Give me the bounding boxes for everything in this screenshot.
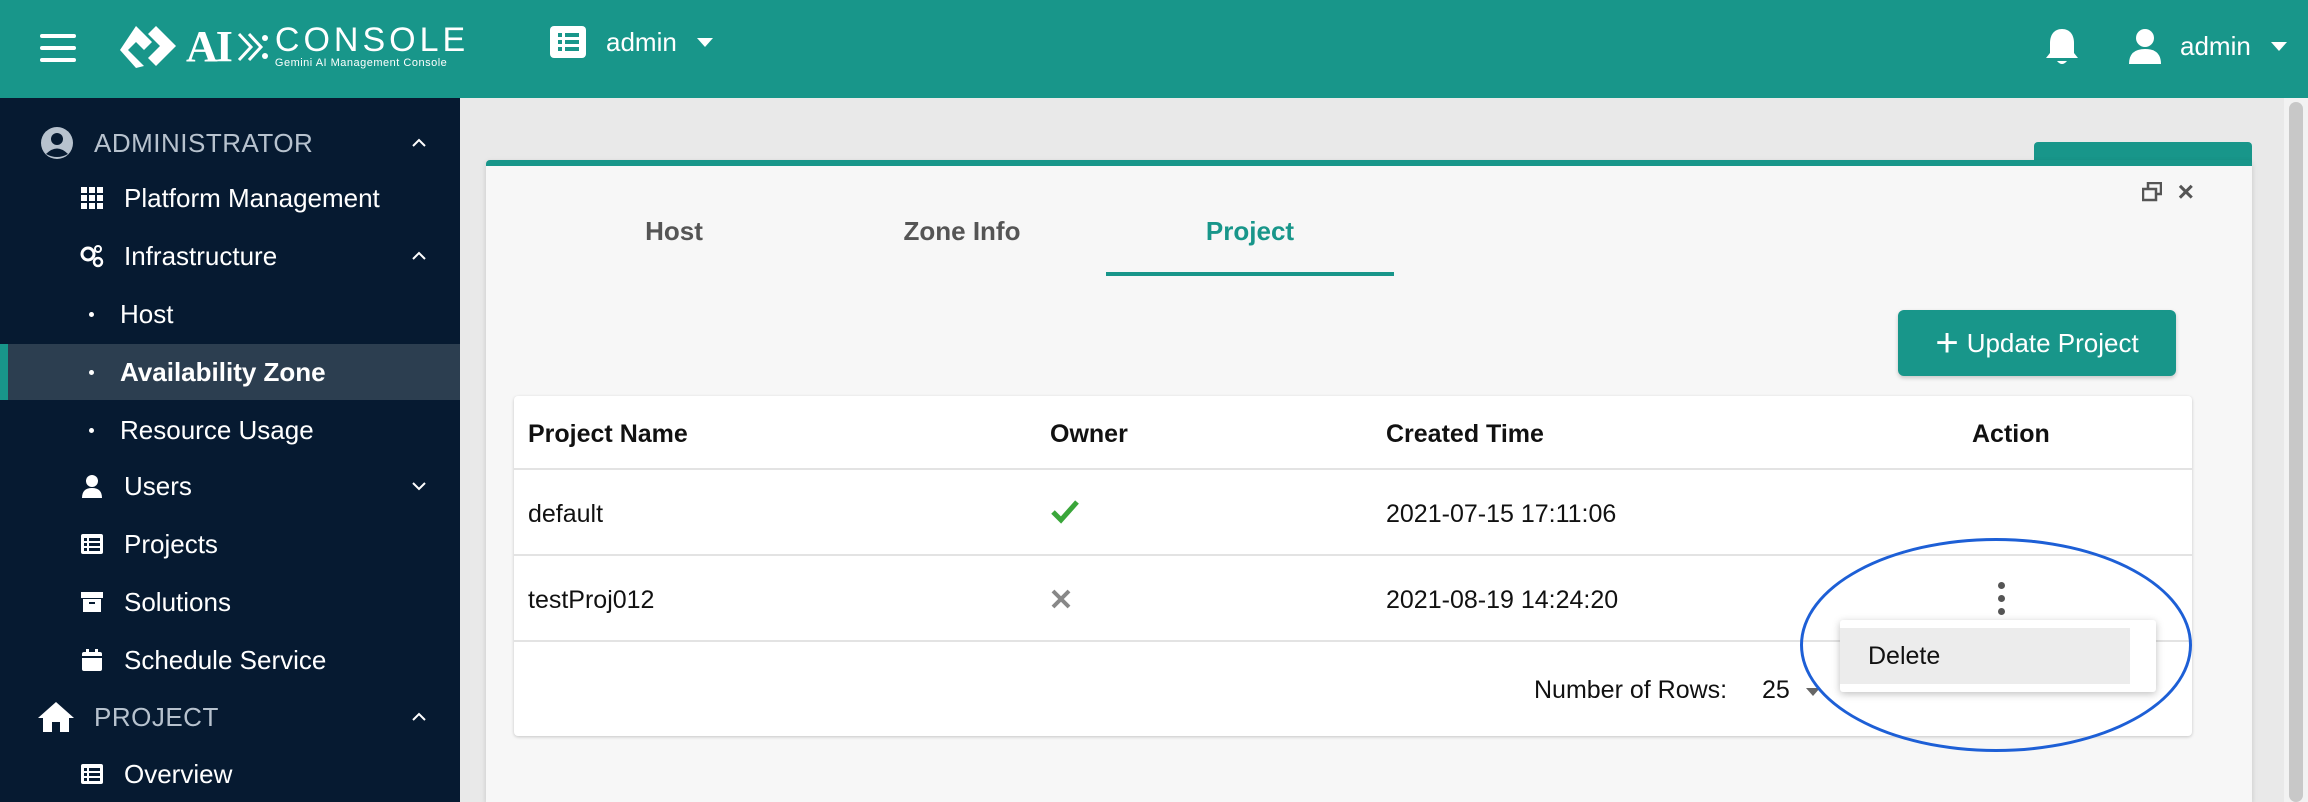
plus-icon: +	[1935, 321, 1959, 365]
bell-icon[interactable]	[2044, 26, 2080, 68]
restore-window-icon[interactable]	[2141, 182, 2162, 202]
scrollbar-thumb[interactable]	[2289, 102, 2303, 802]
action-menu: Delete	[1840, 620, 2156, 692]
project-name-cell: default	[528, 500, 604, 528]
sidebar-section-project[interactable]: PROJECT	[0, 690, 460, 744]
update-project-button[interactable]: + Update Project	[1898, 310, 2176, 376]
sidebar-item-label: Schedule Service	[124, 644, 327, 675]
bullet-dot	[89, 311, 94, 317]
workspace-user-label: admin	[606, 26, 677, 57]
sidebar-item-label: Users	[124, 470, 192, 501]
account-dropdown[interactable]: admin	[2128, 28, 2287, 64]
delete-menu-item[interactable]: Delete	[1840, 628, 2130, 684]
caret-down-icon[interactable]	[1806, 688, 1820, 696]
table-row[interactable]: default 2021-07-15 17:11:06	[514, 470, 2192, 556]
list-icon	[81, 534, 103, 554]
logo-ai-text: AI	[186, 22, 233, 71]
gears-icon	[80, 245, 104, 268]
logo-title: CONSOLE	[274, 21, 470, 59]
column-header[interactable]: Created Time	[1386, 420, 1544, 449]
check-icon	[1051, 500, 1079, 524]
person-icon	[82, 475, 102, 498]
sidebar-item-label: Host	[120, 298, 174, 329]
account-user-label: admin	[2180, 30, 2251, 61]
sidebar-item-projects[interactable]: Projects	[0, 516, 460, 572]
sidebar-item-solutions[interactable]: Solutions	[0, 574, 460, 630]
owner-cell	[1050, 588, 1072, 617]
list-icon	[81, 764, 103, 784]
sidebar-item-infrastructure[interactable]: Infrastructure	[0, 228, 460, 284]
sidebar-item-label: Overview	[124, 758, 233, 789]
sidebar-item-host[interactable]: Host	[0, 286, 460, 342]
table-header-row: Project Name Owner Created Time Action	[514, 396, 2192, 470]
bullet-dot	[89, 369, 94, 375]
bullet-dot	[89, 427, 94, 433]
column-header[interactable]: Owner	[1050, 420, 1128, 449]
sidebar-item-schedule-service[interactable]: Schedule Service	[0, 632, 460, 688]
sidebar-item-resource-usage[interactable]: Resource Usage	[0, 402, 460, 458]
section-label: ADMINISTRATOR	[94, 127, 314, 158]
zone-detail-panel: × Host Zone Info Project + Update Projec…	[486, 160, 2252, 802]
chevron-up-icon	[412, 138, 426, 147]
owner-cell	[1050, 498, 1080, 531]
hamburger-menu-icon[interactable]	[40, 34, 76, 62]
vertical-scrollbar[interactable]	[2284, 98, 2308, 802]
chevron-down-icon	[412, 482, 426, 491]
caret-down-icon	[696, 37, 713, 47]
sidebar-section-administrator[interactable]: ADMINISTRATOR	[0, 116, 460, 170]
sidebar-item-users[interactable]: Users	[0, 458, 460, 514]
grid-icon	[81, 187, 103, 209]
rows-per-page-label: Number of Rows:	[1534, 676, 1728, 704]
project-name-cell: testProj012	[528, 586, 655, 614]
sidebar-item-label: Availability Zone	[120, 356, 326, 387]
update-project-label: Update Project	[1966, 327, 2139, 358]
x-icon	[1051, 589, 1071, 609]
section-label: PROJECT	[94, 701, 219, 732]
chevron-up-icon	[412, 251, 426, 260]
sidebar-item-overview[interactable]: Overview	[0, 746, 460, 802]
person-icon	[2129, 29, 2161, 64]
user-circle-icon	[41, 127, 73, 159]
calendar-icon	[82, 649, 102, 671]
sidebar: ADMINISTRATOR Platform Management Infras…	[0, 98, 460, 802]
created-time-cell: 2021-08-19 14:24:20	[1386, 586, 1619, 614]
sidebar-item-label: Projects	[124, 528, 218, 559]
chevron-up-icon	[412, 712, 426, 721]
tab-project[interactable]: Project	[1106, 206, 1394, 276]
top-header: AI CONSOLE Gemini AI Management Console …	[0, 0, 2308, 98]
tab-bar: Host Zone Info Project	[530, 206, 1394, 276]
sidebar-item-label: Resource Usage	[120, 414, 314, 445]
more-vertical-icon[interactable]	[1996, 582, 2006, 616]
tab-host[interactable]: Host	[530, 206, 818, 276]
list-icon	[550, 26, 586, 58]
column-header: Action	[1972, 420, 2050, 448]
sidebar-item-label: Solutions	[124, 586, 231, 617]
sidebar-item-label: Infrastructure	[124, 240, 278, 271]
rows-per-page-select[interactable]: 25	[1762, 676, 1790, 705]
app-logo[interactable]: AI CONSOLE Gemini AI Management Console	[116, 22, 469, 72]
close-icon[interactable]: ×	[2178, 178, 2194, 206]
created-time-cell: 2021-07-15 17:11:06	[1386, 500, 1617, 528]
home-icon	[38, 702, 74, 732]
logo-arrows-icon	[237, 32, 268, 62]
sidebar-item-availability-zone[interactable]: Availability Zone	[0, 344, 460, 400]
logo-subtitle: Gemini AI Management Console	[274, 57, 448, 69]
sidebar-item-label: Platform Management	[124, 182, 380, 213]
workspace-dropdown[interactable]: admin	[550, 26, 713, 58]
logo-mark-icon	[120, 26, 176, 68]
tab-zone-info[interactable]: Zone Info	[818, 206, 1106, 276]
sidebar-item-platform-management[interactable]: Platform Management	[0, 170, 460, 226]
column-header[interactable]: Project Name	[528, 420, 688, 449]
caret-down-icon	[2270, 41, 2287, 51]
archive-icon	[81, 592, 103, 612]
